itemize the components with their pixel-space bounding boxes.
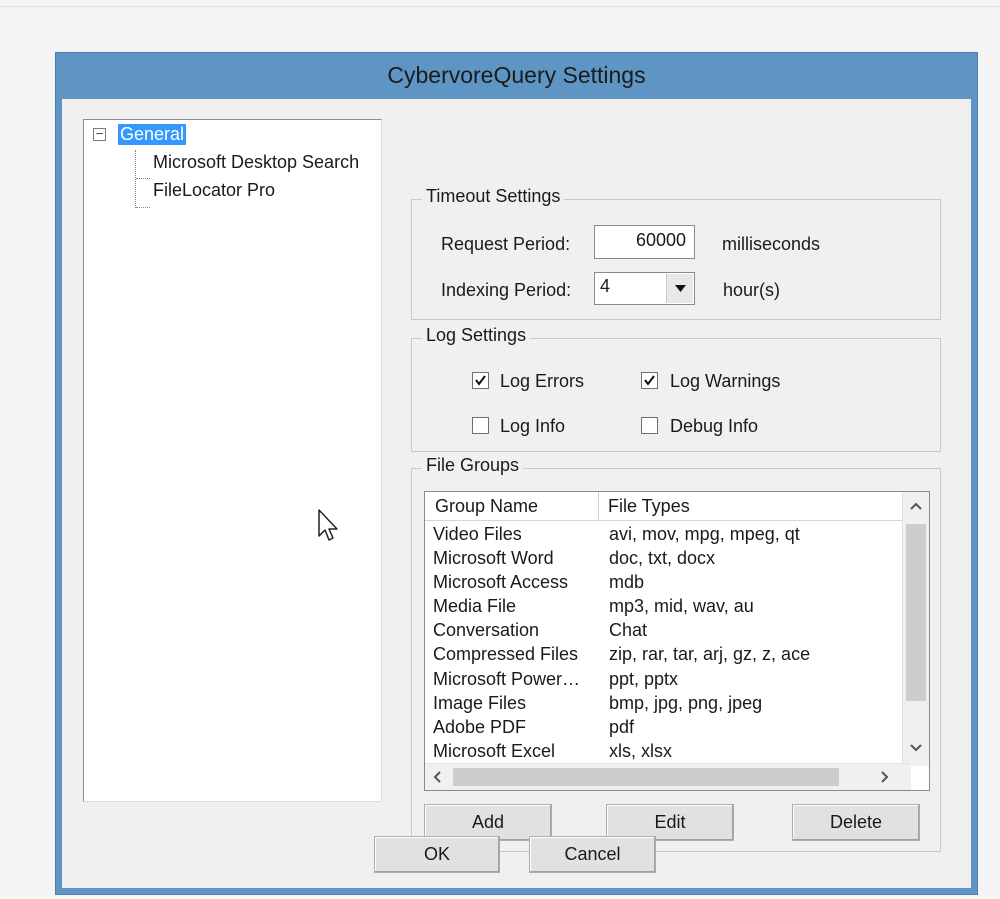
log-info-label[interactable]: Log Info: [500, 416, 565, 437]
vertical-scroll-thumb[interactable]: [906, 524, 926, 701]
tree-connector: [136, 178, 150, 179]
file-types-cell: xls, xlsx: [609, 741, 672, 761]
group-name-cell: Image Files: [433, 693, 527, 713]
list-header: Group Name File Types: [425, 492, 907, 521]
settings-tree[interactable]: − General Microsoft Desktop Search FileL…: [83, 119, 382, 802]
column-header-group-name[interactable]: Group Name: [435, 496, 538, 517]
debug-info-checkbox[interactable]: [641, 417, 658, 434]
file-types-cell: doc, txt, docx: [609, 548, 716, 568]
indexing-period-unit: hour(s): [723, 280, 781, 300]
file-groups-list[interactable]: Group Name File Types Video Files avi, mo…: [424, 491, 930, 791]
group-name-cell: Media File: [433, 596, 517, 616]
table-row[interactable]: Video Files avi, mov, mpg, mpeg, qt: [425, 524, 900, 548]
file-types-cell: zip, rar, tar, arj, gz, z, ace: [609, 644, 811, 664]
settings-dialog: CybervoreQuery Settings − General Micros…: [55, 52, 978, 895]
group-name-cell: Video Files: [433, 524, 522, 544]
tree-item-filelocator-pro[interactable]: FileLocator Pro: [153, 180, 275, 201]
dialog-title: CybervoreQuery Settings: [387, 61, 646, 88]
indexing-period-label: Indexing Period:: [441, 280, 572, 300]
indexing-period-value: 4: [600, 276, 611, 296]
table-row[interactable]: Microsoft Excel xls, xlsx: [425, 741, 900, 765]
horizontal-scrollbar[interactable]: [425, 763, 911, 790]
indexing-period-select[interactable]: 4: [594, 272, 695, 305]
delete-button[interactable]: Delete: [792, 804, 920, 841]
table-row[interactable]: Adobe PDF pdf: [425, 717, 900, 741]
background-divider: [0, 6, 1000, 7]
mouse-pointer-icon: [318, 509, 338, 541]
file-types-cell: pdf: [609, 717, 635, 737]
debug-info-label[interactable]: Debug Info: [670, 416, 758, 437]
group-name-cell: Microsoft Power…: [433, 669, 581, 689]
tree-item-microsoft-desktop-search[interactable]: Microsoft Desktop Search: [153, 152, 359, 173]
scroll-right-icon[interactable]: [881, 771, 889, 783]
log-errors-label[interactable]: Log Errors: [500, 371, 584, 392]
group-name-cell: Microsoft Word: [433, 548, 554, 568]
scroll-up-icon[interactable]: [910, 502, 922, 510]
timeout-settings-title: Timeout Settings: [422, 186, 565, 207]
cancel-button[interactable]: Cancel: [529, 836, 656, 873]
scroll-left-icon[interactable]: [433, 771, 441, 783]
group-name-cell: Conversation: [433, 620, 540, 640]
file-groups-group: File Groups Group Name File Types Video …: [411, 455, 941, 852]
table-row[interactable]: Microsoft Access mdb: [425, 572, 900, 596]
log-settings-group: Log Settings Log Errors Log Warnings Log…: [411, 325, 941, 452]
group-name-cell: Microsoft Access: [433, 572, 569, 592]
log-info-checkbox[interactable]: [472, 417, 489, 434]
vertical-scrollbar[interactable]: [902, 492, 929, 766]
table-row[interactable]: Conversation Chat: [425, 620, 900, 644]
ok-button[interactable]: OK: [374, 836, 500, 873]
tree-connector: [135, 150, 136, 208]
column-divider[interactable]: [598, 492, 599, 520]
timeout-settings-group: Timeout Settings Request Period: 60000 m…: [411, 186, 941, 320]
log-errors-checkbox[interactable]: [472, 372, 489, 389]
log-warnings-label[interactable]: Log Warnings: [670, 371, 780, 392]
column-header-file-types[interactable]: File Types: [608, 496, 690, 517]
file-groups-title: File Groups: [422, 455, 524, 476]
tree-item-general[interactable]: General: [118, 124, 187, 145]
file-types-cell: mdb: [609, 572, 645, 592]
table-row[interactable]: Media File mp3, mid, wav, au: [425, 596, 900, 620]
file-types-cell: avi, mov, mpg, mpeg, qt: [609, 524, 800, 544]
tree-connector: [136, 207, 150, 208]
file-types-cell: mp3, mid, wav, au: [609, 596, 754, 616]
file-types-cell: bmp, jpg, png, jpeg: [609, 693, 763, 713]
file-types-cell: ppt, pptx: [609, 669, 679, 689]
request-period-unit: milliseconds: [722, 234, 821, 254]
dialog-client-area: − General Microsoft Desktop Search FileL…: [62, 99, 971, 888]
horizontal-scroll-thumb[interactable]: [453, 768, 839, 786]
dropdown-arrow-icon[interactable]: [666, 274, 693, 303]
log-warnings-checkbox[interactable]: [641, 372, 658, 389]
group-name-cell: Compressed Files: [433, 644, 579, 664]
request-period-label: Request Period:: [441, 234, 571, 254]
group-name-cell: Microsoft Excel: [433, 741, 556, 761]
table-row[interactable]: Microsoft Power… ppt, pptx: [425, 669, 900, 693]
scroll-down-icon[interactable]: [910, 744, 922, 752]
log-settings-title: Log Settings: [422, 325, 531, 346]
table-row[interactable]: Microsoft Word doc, txt, docx: [425, 548, 900, 572]
file-types-cell: Chat: [609, 620, 648, 640]
table-row[interactable]: Compressed Files zip, rar, tar, arj, gz, …: [425, 644, 900, 668]
collapse-toggle-icon[interactable]: −: [93, 127, 106, 141]
request-period-input[interactable]: 60000: [594, 225, 695, 259]
group-name-cell: Adobe PDF: [433, 717, 527, 737]
table-row[interactable]: Image Files bmp, jpg, png, jpeg: [425, 693, 900, 717]
